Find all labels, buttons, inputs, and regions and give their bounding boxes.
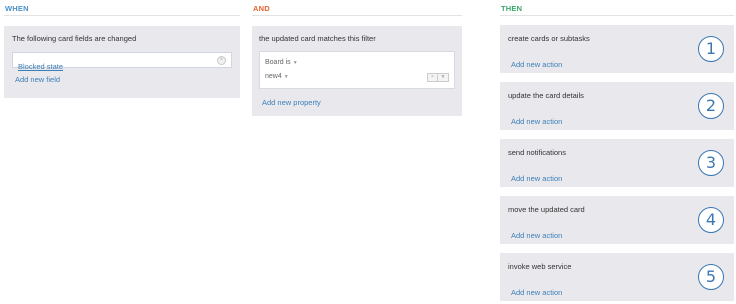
- then-header: THEN: [500, 0, 734, 16]
- action-panel-2: update the card details Add new action 2: [500, 82, 734, 130]
- and-column: AND the updated card matches this filter…: [252, 0, 462, 116]
- number-circle-icon: 3: [698, 150, 724, 176]
- action-title: invoke web service: [508, 262, 572, 271]
- action-panel-5: invoke web service Add new action 5: [500, 253, 734, 301]
- clear-icon[interactable]: ×: [217, 56, 226, 65]
- filter-board-label: Board is: [265, 59, 291, 66]
- number-circle-icon: 4: [698, 207, 724, 233]
- action-title: create cards or subtasks: [508, 34, 590, 43]
- number-circle-icon: 5: [698, 264, 724, 290]
- filter-box: Board is ▼ new4 ▼ × ▼: [259, 51, 455, 89]
- add-new-action-link[interactable]: Add new action: [511, 231, 562, 240]
- when-header: WHEN: [4, 0, 240, 16]
- action-panel-3: send notifications Add new action 3: [500, 139, 734, 187]
- action-title: update the card details: [508, 91, 584, 100]
- filter-value-label: new4: [265, 73, 282, 80]
- action-panel-4: move the updated card Add new action 4: [500, 196, 734, 244]
- add-new-field-link[interactable]: Add new field: [15, 75, 232, 84]
- when-column: WHEN The following card fields are chang…: [4, 0, 240, 98]
- then-column: THEN create cards or subtasks Add new ac…: [500, 0, 734, 304]
- action-title: send notifications: [508, 148, 566, 157]
- filter-remove-button[interactable]: ×: [427, 73, 438, 82]
- field-value-link[interactable]: Blocked state: [18, 62, 63, 71]
- when-panel: The following card fields are changed Bl…: [4, 26, 240, 98]
- action-panel-1: create cards or subtasks Add new action …: [500, 25, 734, 73]
- filter-actions: × ▼: [427, 73, 449, 82]
- filter-dropdown-button[interactable]: ▼: [438, 73, 449, 82]
- add-new-property-link[interactable]: Add new property: [262, 98, 455, 107]
- add-new-action-link[interactable]: Add new action: [511, 60, 562, 69]
- field-token-box[interactable]: Blocked state ×: [12, 52, 232, 71]
- when-title: The following card fields are changed: [12, 34, 137, 43]
- and-panel: the updated card matches this filter Boa…: [252, 26, 462, 116]
- chevron-down-icon: ▼: [292, 60, 298, 66]
- action-title: move the updated card: [508, 205, 585, 214]
- and-header: AND: [252, 0, 462, 16]
- and-title: the updated card matches this filter: [259, 34, 376, 43]
- add-new-action-link[interactable]: Add new action: [511, 117, 562, 126]
- chevron-down-icon: ▼: [283, 74, 289, 80]
- add-new-action-link[interactable]: Add new action: [511, 288, 562, 297]
- number-circle-icon: 1: [698, 36, 724, 62]
- add-new-action-link[interactable]: Add new action: [511, 174, 562, 183]
- filter-board-selector[interactable]: Board is ▼: [265, 56, 449, 70]
- action-list: create cards or subtasks Add new action …: [500, 25, 734, 301]
- filter-value-selector[interactable]: new4 ▼: [265, 70, 449, 84]
- number-circle-icon: 2: [698, 93, 724, 119]
